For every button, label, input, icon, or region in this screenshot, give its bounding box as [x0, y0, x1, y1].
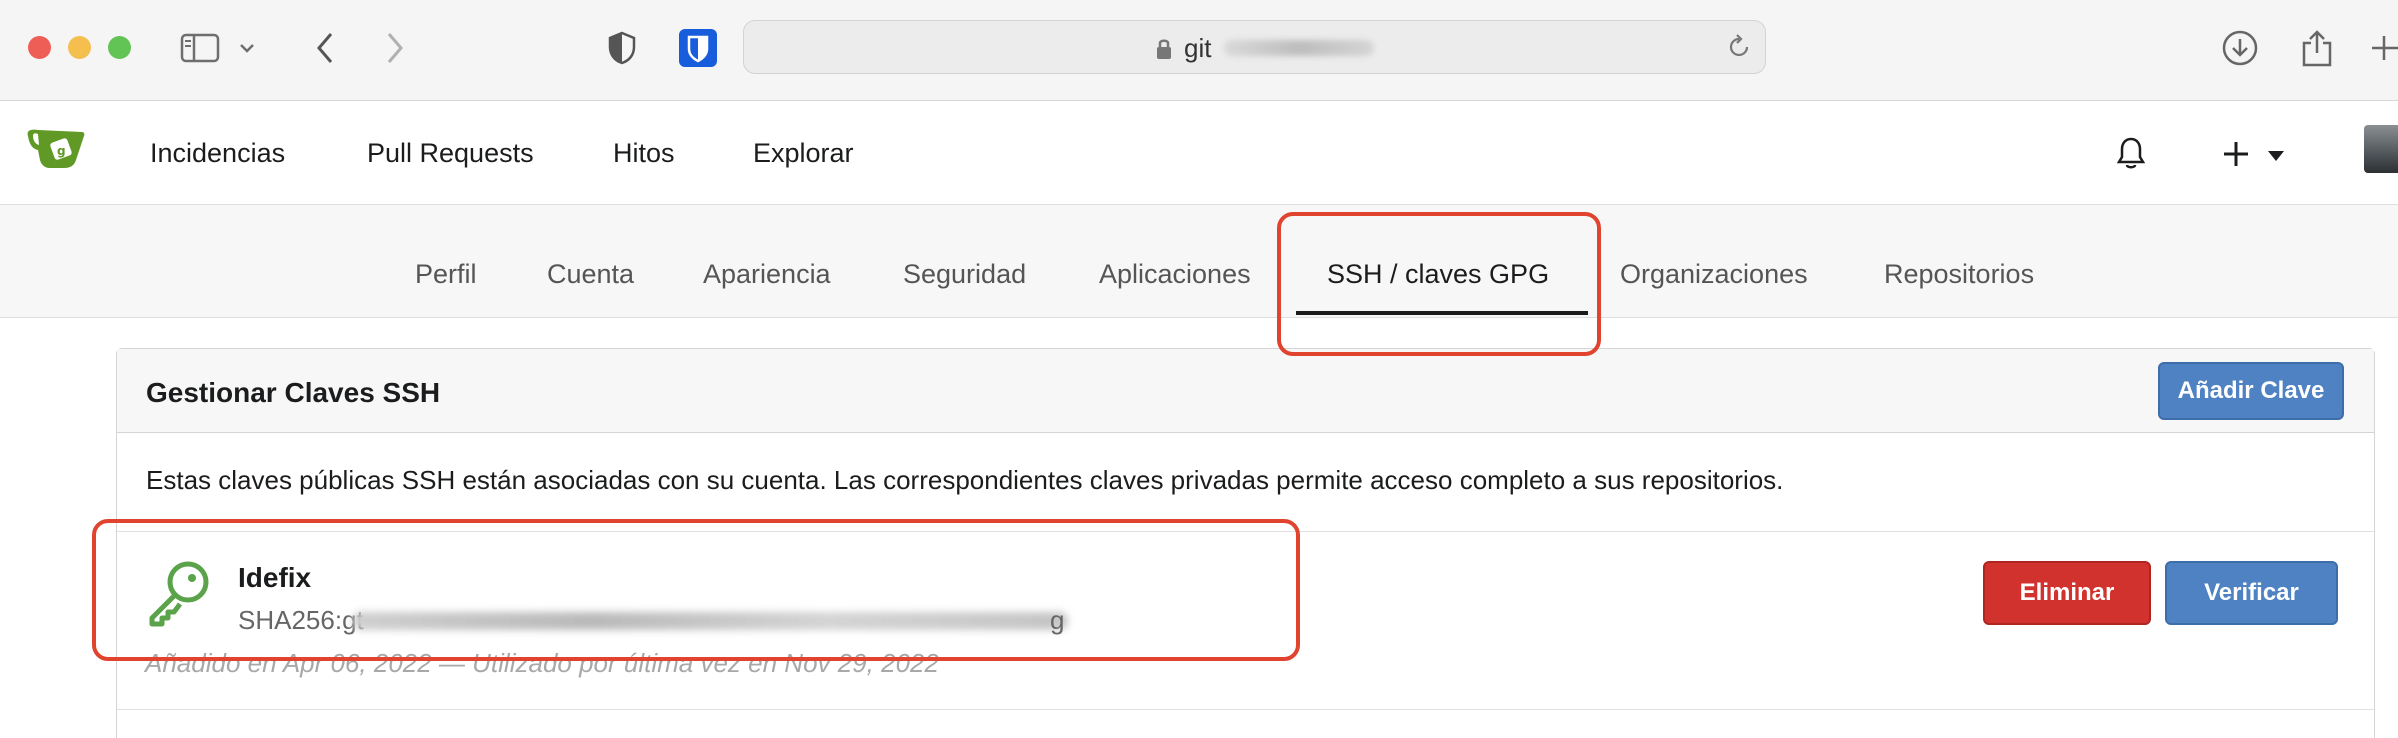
gitea-logo[interactable]: g	[26, 126, 88, 177]
bitwarden-icon[interactable]	[678, 28, 718, 68]
sidebar-icon[interactable]	[180, 28, 220, 68]
reload-icon[interactable]	[1726, 34, 1752, 65]
minimize-window-button[interactable]	[68, 36, 91, 59]
panel-description: Estas claves públicas SSH están asociada…	[146, 465, 1784, 495]
app-navbar	[0, 102, 2398, 205]
bell-icon[interactable]	[2116, 136, 2146, 175]
nav-issues[interactable]: Incidencias	[150, 138, 285, 169]
tab-applications[interactable]: Aplicaciones	[1099, 259, 1251, 290]
nav-milestones[interactable]: Hitos	[613, 138, 675, 169]
new-tab-icon[interactable]	[2370, 28, 2398, 68]
share-icon[interactable]	[2297, 28, 2337, 68]
nav-pull-requests[interactable]: Pull Requests	[367, 138, 534, 169]
privacy-shield-icon[interactable]	[602, 28, 642, 68]
lock-icon	[1155, 37, 1173, 66]
avatar[interactable]	[2364, 125, 2398, 173]
tab-appearance[interactable]: Apariencia	[703, 259, 831, 290]
tab-security[interactable]: Seguridad	[903, 259, 1026, 290]
caret-down-icon[interactable]	[2268, 148, 2284, 166]
chevron-down-icon[interactable]	[236, 28, 258, 68]
panel-title: Gestionar Claves SSH	[146, 377, 441, 408]
tab-profile[interactable]: Perfil	[415, 259, 477, 290]
nav-explore[interactable]: Explorar	[753, 138, 854, 169]
download-icon[interactable]	[2220, 28, 2260, 68]
svg-text:g: g	[57, 144, 66, 158]
zoom-window-button[interactable]	[108, 36, 131, 59]
annotation-highlight-key	[92, 519, 1300, 661]
forward-icon[interactable]	[375, 28, 415, 68]
tab-repositories[interactable]: Repositorios	[1884, 259, 2034, 290]
add-key-button[interactable]: Añadir Clave	[2158, 362, 2344, 420]
url-redacted	[1224, 40, 1374, 56]
plus-icon[interactable]	[2222, 140, 2250, 173]
delete-key-button[interactable]: Eliminar	[1983, 561, 2151, 625]
close-window-button[interactable]	[28, 36, 51, 59]
tab-organizations[interactable]: Organizaciones	[1620, 259, 1808, 290]
verify-key-button[interactable]: Verificar	[2165, 561, 2338, 625]
url-text: git	[1184, 33, 1212, 63]
panel-header	[117, 349, 2374, 433]
back-icon[interactable]	[305, 28, 345, 68]
tab-account[interactable]: Cuenta	[547, 259, 634, 290]
annotation-highlight-tab	[1277, 212, 1601, 356]
row-divider	[117, 709, 2374, 710]
